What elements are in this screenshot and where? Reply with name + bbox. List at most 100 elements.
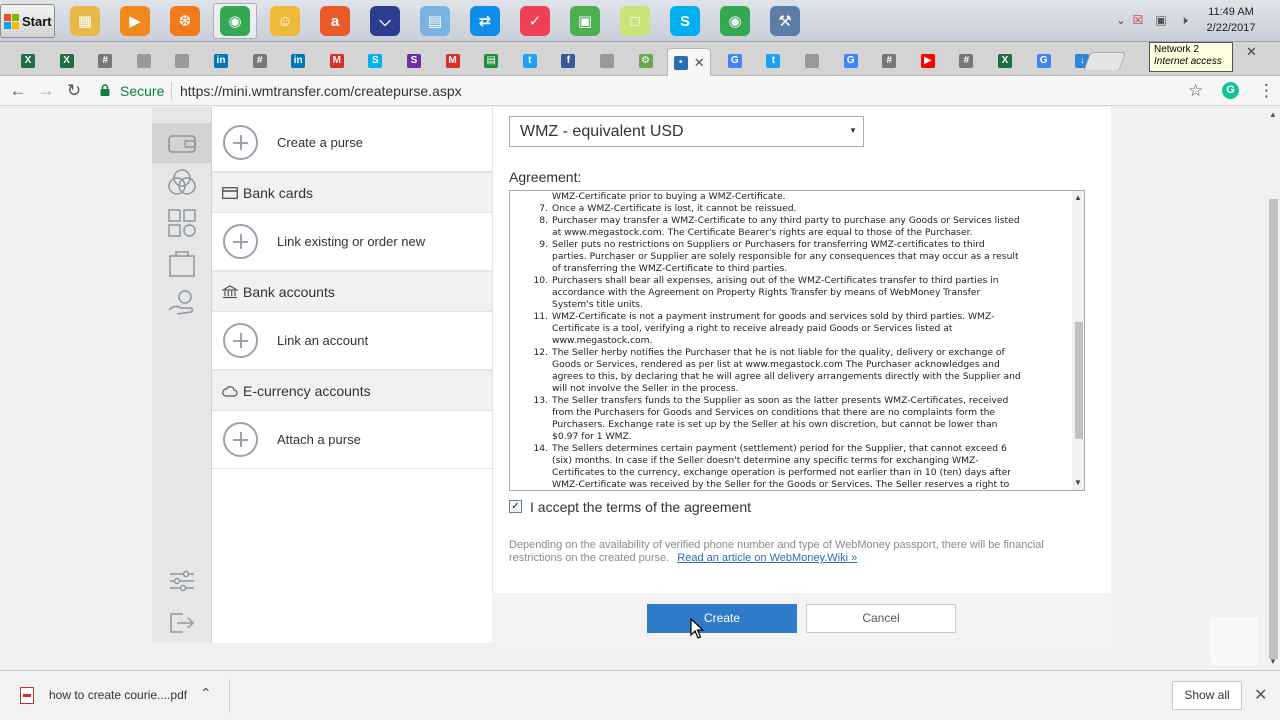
taskbar-app-sticky-notes[interactable]: □ — [613, 3, 657, 39]
browser-tab[interactable]: • ✕ — [667, 48, 712, 76]
browser-tab[interactable]: # — [949, 50, 983, 72]
taskbar-app-chrome[interactable]: ◉ — [213, 3, 257, 39]
browser-tab[interactable] — [165, 50, 199, 72]
cancel-button[interactable]: Cancel — [806, 604, 956, 633]
shopping-bag-icon[interactable] — [152, 243, 212, 283]
browser-tab[interactable] — [795, 50, 829, 72]
browser-tab[interactable]: X — [50, 50, 84, 72]
network-icon[interactable]: ▣ — [1154, 13, 1168, 27]
window-close-icon[interactable]: ✕ — [1246, 44, 1257, 60]
taskbar-app-headphones[interactable]: ⌵ — [363, 3, 407, 39]
agreement-line: Purchaser may transfer a WMZ-Certificate… — [552, 215, 1020, 226]
browser-tab[interactable]: S — [397, 50, 431, 72]
accept-terms-label[interactable]: I accept the terms of the agreement — [530, 499, 751, 515]
agreement-line: will not involve the Seller in the proce… — [552, 383, 739, 394]
close-icon[interactable]: ✕ — [1254, 685, 1267, 705]
browser-tab[interactable]: # — [243, 50, 277, 72]
browser-tab[interactable]: M — [436, 50, 470, 72]
reload-icon[interactable]: ↻ — [64, 81, 84, 101]
twitter-icon: t — [766, 54, 781, 68]
network-warning-icon[interactable]: ☒ — [1131, 13, 1145, 27]
attach-purse-row[interactable]: Attach a purse — [212, 411, 492, 469]
agreement-scrollbar[interactable]: ▲ ▼ — [1072, 191, 1084, 490]
grammarly-icon[interactable]: G — [1222, 82, 1239, 99]
scroll-up-icon[interactable]: ▲ — [1074, 193, 1082, 202]
scroll-up-icon[interactable]: ▲ — [1269, 110, 1277, 119]
agreement-textarea[interactable]: WMZ-Certificate prior to buying a WMZ-Ce… — [509, 190, 1085, 491]
browser-tab[interactable]: in — [281, 50, 315, 72]
browser-tab[interactable]: ▤ — [474, 50, 508, 72]
currency-select[interactable]: WMZ - equivalent USD ▼ — [509, 116, 864, 147]
taskbar-app-browser-uc[interactable]: ❆ — [163, 3, 207, 39]
show-all-button[interactable]: Show all — [1172, 681, 1242, 710]
wiki-article-link[interactable]: Read an article on WebMoney.Wiki » — [677, 552, 857, 564]
rail-top-icon[interactable] — [152, 107, 212, 117]
link-card-row[interactable]: Link existing or order new — [212, 213, 492, 271]
browser-tab[interactable] — [590, 50, 624, 72]
bank-cards-header: Bank cards — [212, 172, 492, 213]
taskbar-app-file-manager[interactable]: ▦ — [63, 3, 107, 39]
taskbar-app-tools[interactable]: ⚒ — [763, 3, 807, 39]
browser-tab[interactable]: # — [872, 50, 906, 72]
download-item[interactable]: how to create courie....pdf ⌃ — [14, 681, 228, 711]
taskbar-app-bluestacks[interactable]: ▣ — [563, 3, 607, 39]
bookmark-star-icon[interactable]: ☆ — [1188, 81, 1203, 101]
scroll-down-icon[interactable]: ▼ — [1269, 657, 1277, 666]
taskbar-app-pocket[interactable]: ✓ — [513, 3, 557, 39]
linkedin-icon: in — [214, 54, 228, 68]
browser-tab[interactable]: in — [204, 50, 238, 72]
hand-coin-icon[interactable] — [152, 283, 212, 323]
coins-icon[interactable] — [152, 163, 212, 203]
clock-time[interactable]: 11:49 AM — [1186, 6, 1276, 18]
settings-sliders-icon[interactable] — [152, 561, 212, 601]
browser-tab[interactable]: ▶ — [911, 50, 945, 72]
chevron-up-icon[interactable]: ⌃ — [200, 685, 212, 702]
start-button[interactable]: Start — [0, 4, 55, 38]
browser-tab[interactable]: M — [320, 50, 354, 72]
scroll-to-top-button[interactable] — [1210, 617, 1258, 665]
browser-tab[interactable]: ⚙ — [629, 50, 663, 72]
scroll-down-icon[interactable]: ▼ — [1074, 478, 1082, 487]
menu-icon[interactable]: ⋮ — [1258, 81, 1275, 101]
create-button[interactable]: Create — [647, 604, 797, 633]
link-account-row[interactable]: Link an account — [212, 312, 492, 370]
browser-tab[interactable]: # — [88, 50, 122, 72]
browser-tab[interactable]: t — [513, 50, 547, 72]
agreement-line: of transferring the WMZ-Certificate to t… — [552, 263, 788, 274]
taskbar-app-skype[interactable]: S — [663, 3, 707, 39]
new-tab-button[interactable] — [1083, 52, 1127, 70]
browser-tab[interactable]: S — [358, 50, 392, 72]
accept-terms-checkbox[interactable]: ✓ — [509, 500, 522, 513]
clock-date[interactable]: 2/22/2017 — [1186, 22, 1276, 34]
agreement-item-number: 10. — [533, 275, 548, 286]
browser-tab[interactable]: t — [756, 50, 790, 72]
taskbar-app-avast[interactable]: a — [313, 3, 357, 39]
taskbar-app-chrome[interactable]: ◉ — [713, 3, 757, 39]
browser-tab[interactable]: f — [551, 50, 585, 72]
services-grid-icon[interactable] — [152, 203, 212, 243]
scrollbar-thumb[interactable] — [1269, 199, 1278, 659]
agreement-line: System's title units. — [552, 299, 643, 310]
tab-close-icon[interactable]: ✕ — [694, 55, 705, 71]
browser-tab[interactable]: X — [988, 50, 1022, 72]
page-scrollbar[interactable]: ▲ ▼ — [1267, 107, 1280, 670]
taskbar-app-media-player[interactable]: ▶ — [113, 3, 157, 39]
forward-icon[interactable]: → — [36, 81, 56, 101]
taskbar-app-teamviewer[interactable]: ⇄ — [463, 3, 507, 39]
taskbar-app-notepad[interactable]: ▤ — [413, 3, 457, 39]
url-field[interactable]: https://mini.wmtransfer.com/createpurse.… — [180, 83, 462, 99]
browser-tab[interactable]: G — [834, 50, 868, 72]
browser-tab[interactable]: G — [718, 50, 752, 72]
back-icon[interactable]: ← — [8, 81, 28, 101]
chrome-icon: ◉ — [720, 6, 750, 36]
browser-tab[interactable]: G — [1027, 50, 1061, 72]
browser-tab[interactable]: X — [11, 50, 45, 72]
wallet-icon[interactable] — [152, 123, 212, 163]
scrollbar-thumb[interactable] — [1075, 322, 1083, 439]
taskbar-app-paint[interactable]: ☺ — [263, 3, 307, 39]
chevron-down-icon[interactable]: ⌄ — [1114, 13, 1128, 27]
browser-tab[interactable] — [127, 50, 161, 72]
create-purse-row[interactable]: Create a purse — [212, 114, 492, 172]
logout-icon[interactable] — [152, 603, 212, 643]
download-shelf: how to create courie....pdf ⌃ Show all ✕ — [0, 670, 1280, 720]
